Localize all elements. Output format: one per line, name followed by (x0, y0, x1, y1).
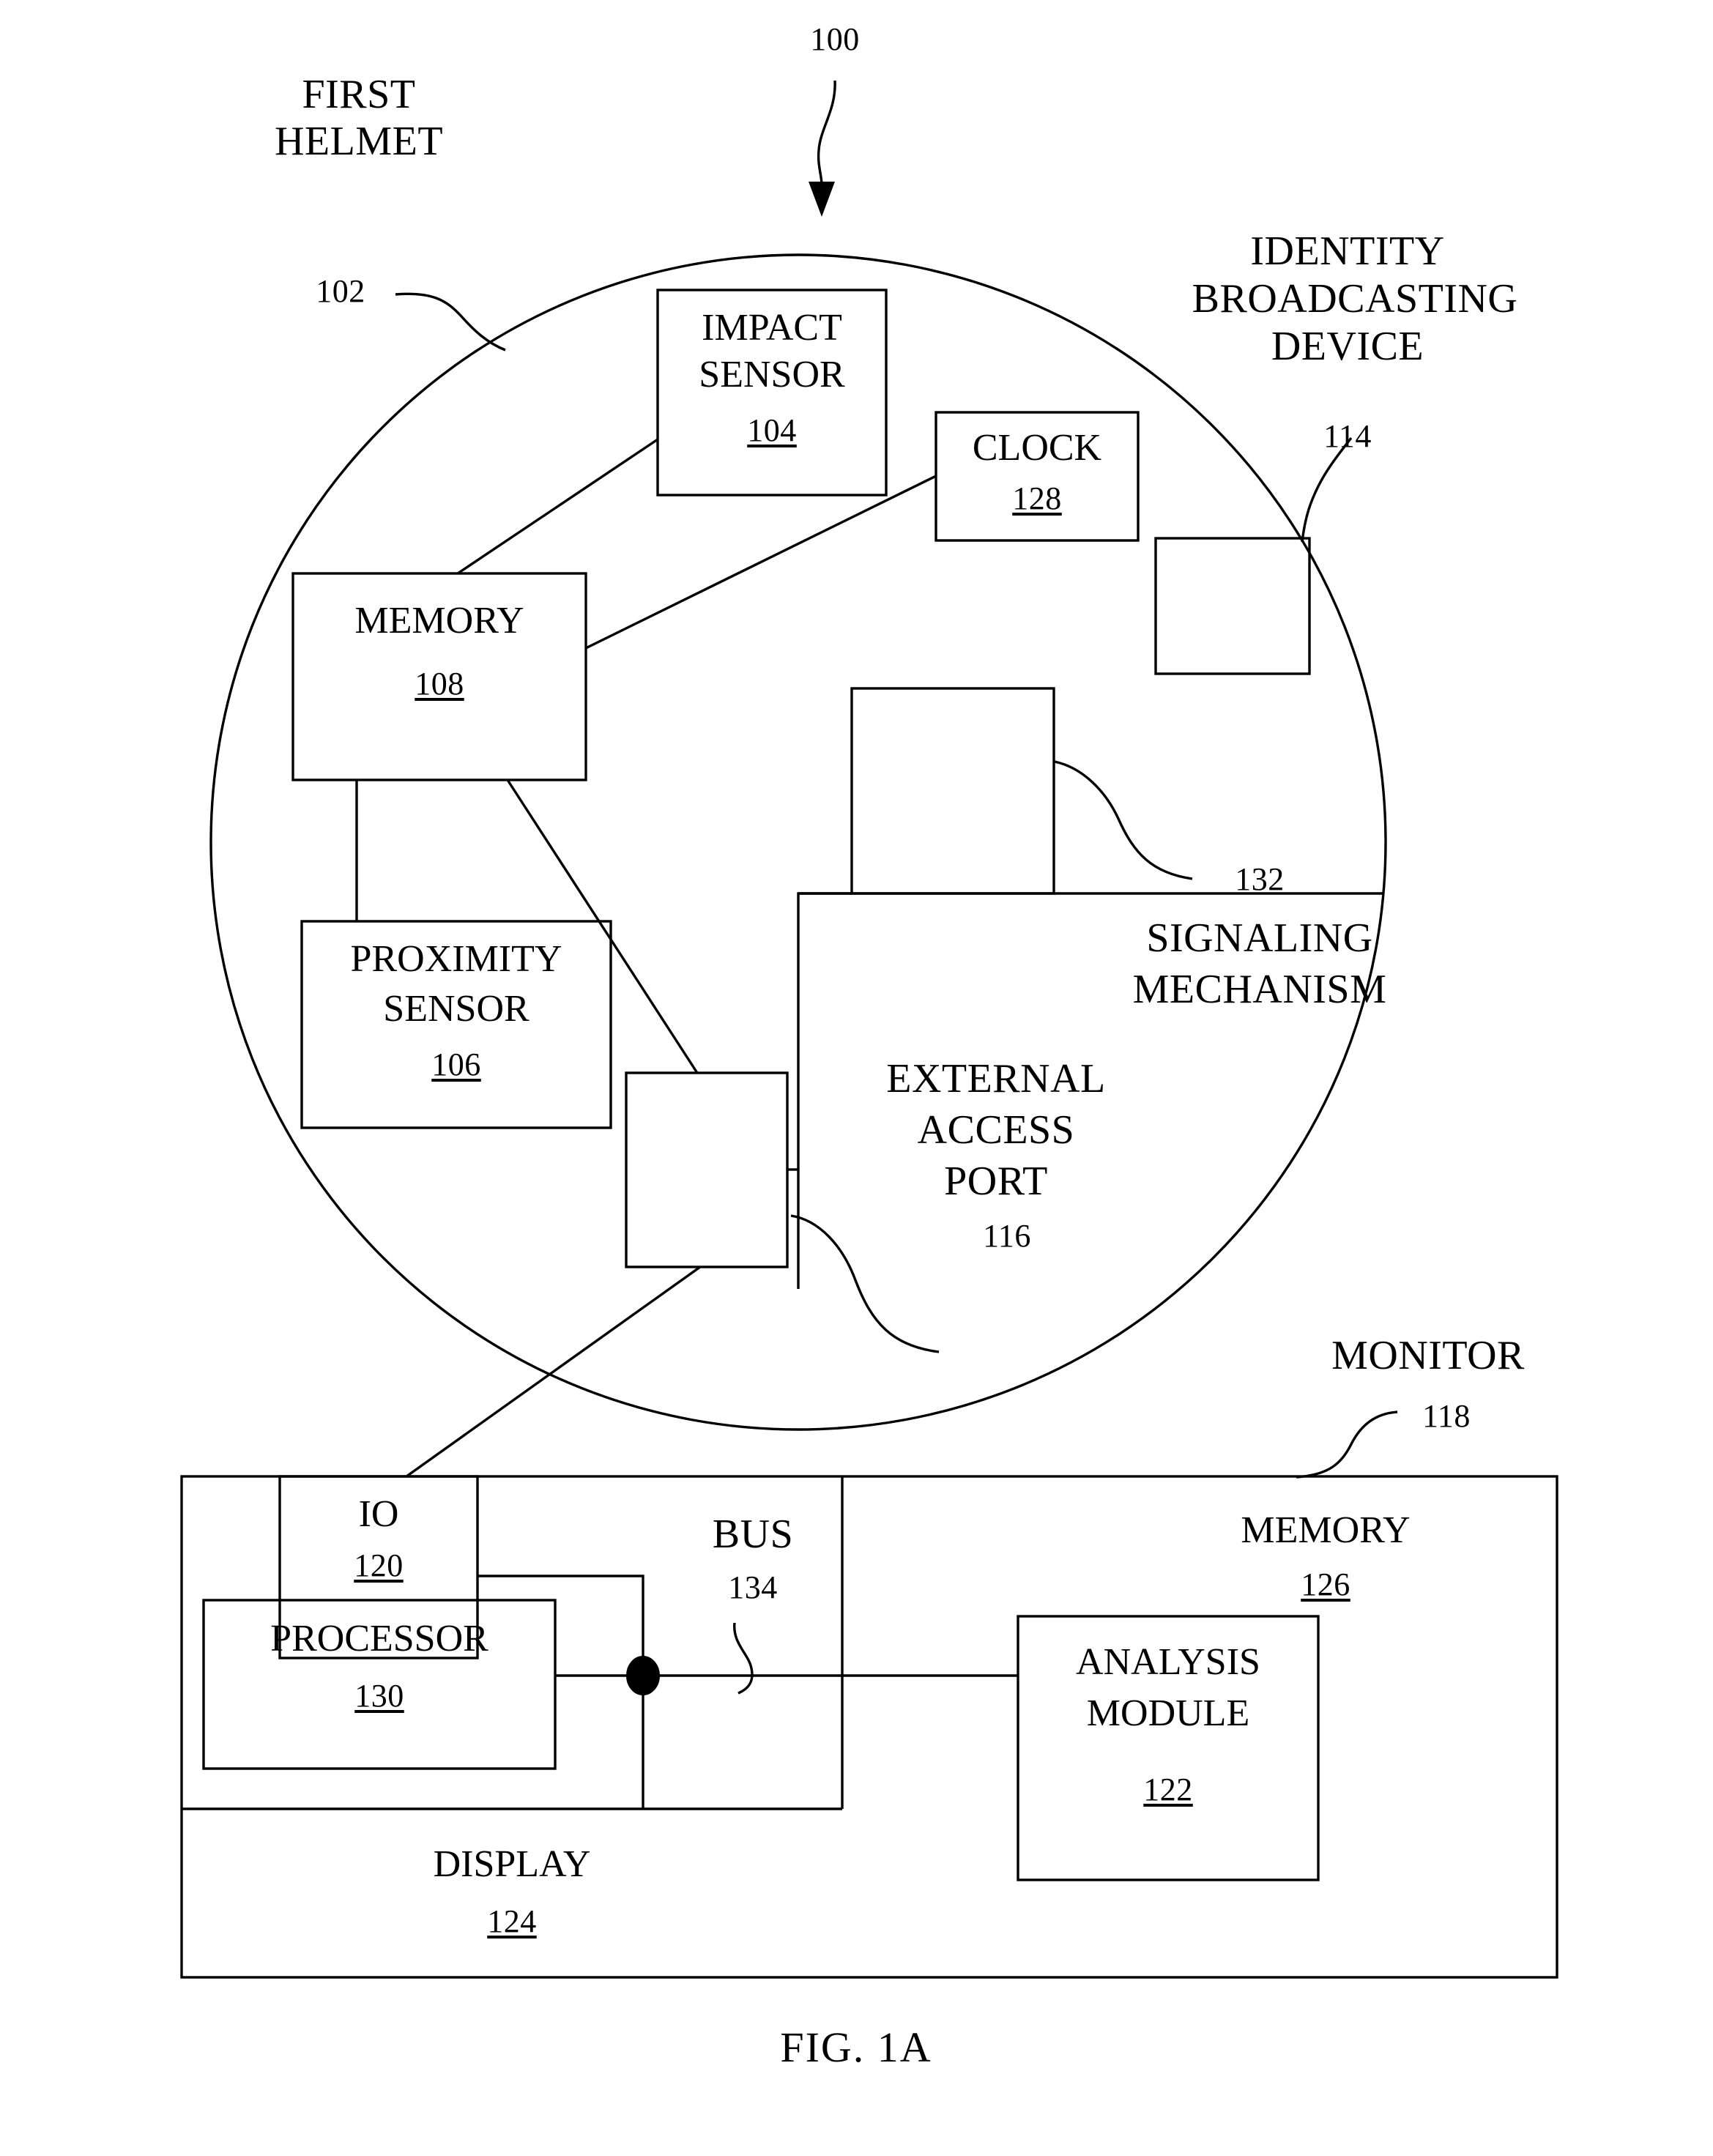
monitor-leader-line (1296, 1410, 1398, 1479)
figure-caption: FIG. 1A (780, 2023, 932, 2071)
io-label: IO (358, 1493, 399, 1535)
monitor-title: MONITOR (1331, 1333, 1525, 1378)
monitor-memory-ref-126: 126 (1301, 1566, 1350, 1602)
helmet-memory-ref-108: 108 (415, 666, 464, 702)
identity-device-ref-114: 114 (1323, 418, 1372, 454)
helmet-memory-label: MEMORY (354, 600, 524, 642)
system-ref-100: 100 (810, 21, 860, 57)
analysis-module-label-line2: MODULE (1086, 1692, 1250, 1734)
helmet-leader-line (395, 292, 506, 352)
impact-sensor-label-line1: IMPACT (702, 307, 842, 349)
bus-leader-line (733, 1622, 754, 1695)
display-label: DISPLAY (433, 1843, 591, 1885)
signaling-mechanism-box (850, 687, 1055, 895)
bus-junction-node (626, 1656, 660, 1695)
external-access-port-box (625, 1071, 789, 1268)
impact-sensor-ref-104: 104 (747, 412, 797, 448)
identity-device-label-line1: IDENTITY (1250, 228, 1445, 274)
analysis-module-label-line1: ANALYSIS (1076, 1641, 1260, 1683)
analysis-module-ref-122: 122 (1143, 1772, 1193, 1807)
clock-label: CLOCK (972, 427, 1102, 469)
signaling-mechanism-label-line1: SIGNALING (1146, 915, 1373, 961)
external-access-port-leader-line (790, 1214, 940, 1353)
proximity-sensor-ref-106: 106 (431, 1047, 481, 1082)
external-access-port-label-line2: ACCESS (917, 1107, 1075, 1153)
impact-sensor-label-line2: SENSOR (699, 354, 845, 395)
proximity-sensor-label-line1: PROXIMITY (350, 938, 562, 980)
wire-access-port-to-io (406, 1265, 701, 1478)
signaling-mechanism-label-line2: MECHANISM (1132, 967, 1387, 1012)
wire-crossing-diagonal (469, 1077, 787, 1267)
patent-figure-1a: 100 FIRST HELMET 102 IMPACT SENSOR 104 C… (0, 0, 1713, 2156)
signaling-mechanism-ref-132: 132 (1235, 861, 1285, 897)
bus-label: BUS (712, 1512, 794, 1557)
wire-clock-to-memory (585, 475, 937, 650)
display-ref-124: 124 (487, 1903, 537, 1939)
external-access-port-label-line1: EXTERNAL (886, 1056, 1106, 1101)
helmet-title-line1: FIRST (302, 72, 416, 117)
processor-ref-130: 130 (354, 1678, 404, 1714)
monitor-ref-118: 118 (1422, 1398, 1471, 1434)
identity-device-label-line3: DEVICE (1271, 324, 1424, 369)
identity-device-label-line2: BROADCASTING (1192, 276, 1518, 321)
external-access-port-label-line3: PORT (944, 1159, 1048, 1204)
processor-label: PROCESSOR (270, 1618, 488, 1659)
identity-broadcasting-device-box (1154, 537, 1311, 675)
system-leader-line (817, 80, 836, 185)
monitor-memory-label: MEMORY (1241, 1509, 1411, 1551)
clock-ref-128: 128 (1012, 480, 1062, 516)
wire-impact-to-memory (457, 438, 658, 575)
signaling-mechanism-leader-line (1054, 760, 1193, 880)
proximity-sensor-label-line2: SENSOR (383, 988, 529, 1030)
helmet-title-line2: HELMET (274, 119, 444, 164)
external-access-port-ref-116: 116 (983, 1218, 1031, 1254)
system-leader-arrowhead (809, 182, 835, 217)
helmet-ref-102: 102 (316, 273, 365, 309)
io-ref-120: 120 (354, 1547, 404, 1583)
bus-ref-134: 134 (728, 1569, 778, 1605)
